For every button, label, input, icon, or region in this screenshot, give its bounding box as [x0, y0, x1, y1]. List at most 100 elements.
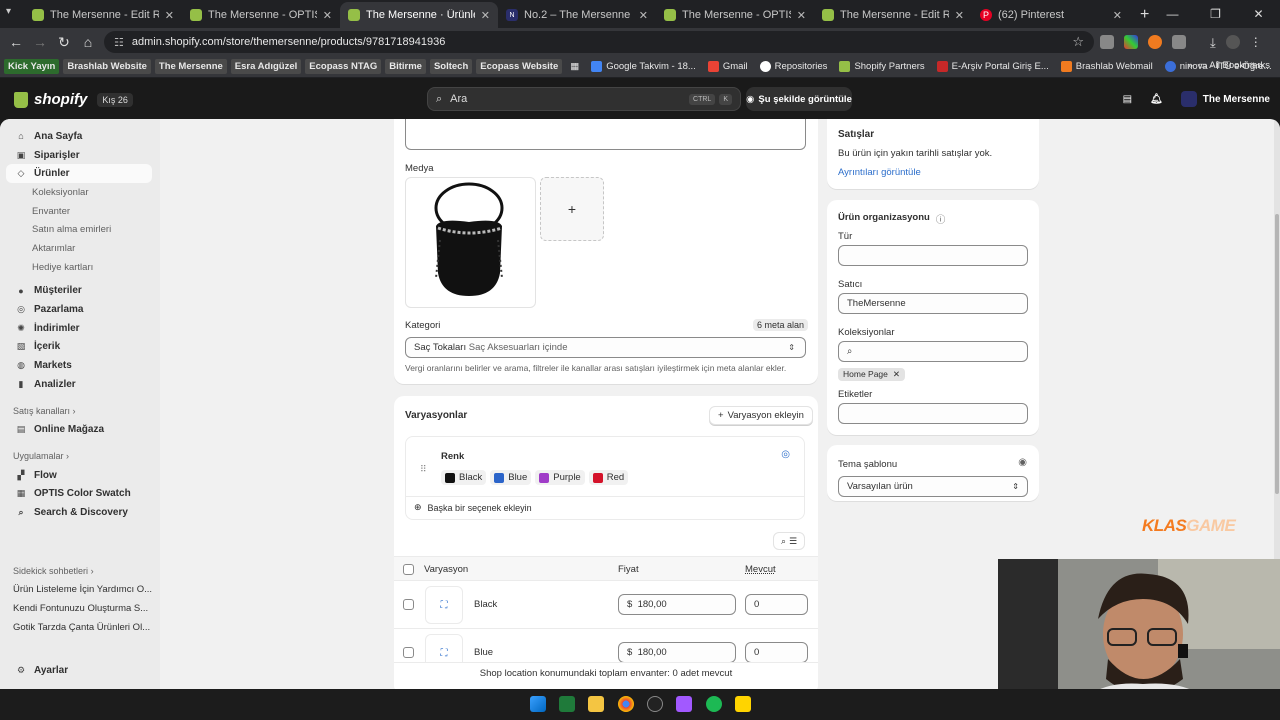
add-variant-button[interactable]: + Varyasyon ekleyin — [709, 406, 813, 425]
row-checkbox[interactable] — [403, 599, 414, 610]
sidebar-item-products[interactable]: ◇ Ürünler — [6, 164, 152, 184]
sidebar-item-orders[interactable]: ▣ Siparişler — [0, 146, 152, 165]
close-icon[interactable]: ✕ — [481, 9, 490, 22]
eye-icon[interactable]: ◉ — [1018, 457, 1027, 468]
available-input[interactable]: 0 — [745, 594, 808, 615]
sales-channels-section[interactable]: Satış kanalları › — [0, 402, 160, 421]
browser-tab[interactable]: The Mersenne - OPTIS Color Sw ✕ — [656, 2, 814, 28]
sidekick-chat[interactable]: Kendi Fontunuzu Oluşturma S... — [0, 599, 160, 618]
file-explorer-icon[interactable] — [588, 696, 604, 712]
close-icon[interactable]: ✕ — [323, 9, 332, 22]
minimize-icon[interactable]: — — [1151, 0, 1194, 28]
bookmark[interactable]: Gmail — [704, 59, 752, 74]
sidebar-item-home[interactable]: ⌂ Ana Sayfa — [0, 127, 152, 146]
close-icon[interactable]: ✕ — [797, 9, 806, 22]
close-icon[interactable]: ✕ — [1113, 9, 1122, 22]
sidebar-item-markets[interactable]: ◍ Markets — [0, 356, 152, 375]
menu-icon[interactable]: ⋮ — [1250, 35, 1262, 49]
sidekick-section[interactable]: Sidekick sohbetleri › — [0, 562, 160, 581]
option-value[interactable]: Black — [441, 470, 487, 485]
vendor-input[interactable]: TheMersenne — [838, 293, 1028, 314]
reload-icon[interactable]: ↻ — [52, 34, 76, 51]
variant-name[interactable]: Black — [474, 599, 497, 610]
browser-tab[interactable]: The Mersenne - OPTIS Color Sw ✕ — [182, 2, 340, 28]
sales-details-link[interactable]: Ayrıntıları görüntüle — [838, 167, 921, 178]
template-select[interactable]: Varsayılan ürün ⇕ — [838, 476, 1028, 497]
option-value[interactable]: Red — [588, 470, 629, 485]
option-value[interactable]: Purple — [535, 470, 585, 485]
puzzle-icon[interactable] — [1172, 35, 1186, 49]
close-icon[interactable]: ✕ — [165, 9, 174, 22]
bookmark[interactable]: Kick Yayın — [4, 59, 60, 74]
sidebar-subitem-inventory[interactable]: Envanter — [0, 202, 160, 221]
profile-avatar[interactable] — [1225, 35, 1240, 49]
bookmark[interactable]: Google Takvim - 18... — [587, 59, 700, 74]
store-menu[interactable]: The Mersenne — [1180, 91, 1270, 107]
remove-tag-icon[interactable]: ✕ — [893, 369, 900, 380]
scrollbar-thumb[interactable] — [1275, 214, 1279, 494]
github-desktop-icon[interactable] — [647, 696, 663, 712]
all-bookmarks[interactable]: » ▭ All Bookmarks — [1188, 60, 1270, 71]
bookmark[interactable]: Brashlab Webmail — [1057, 59, 1157, 74]
apps-section[interactable]: Uygulamalar › — [0, 447, 160, 466]
bookmark[interactable]: Ecopass NTAG — [305, 59, 382, 74]
bookmark[interactable]: Bitirme — [385, 59, 426, 74]
sidebar-subitem-collections[interactable]: Koleksiyonlar — [0, 183, 160, 202]
bell-icon[interactable]: 🔔︎ — [1150, 94, 1163, 105]
chrome-icon[interactable] — [618, 696, 634, 712]
row-checkbox[interactable] — [403, 647, 414, 658]
site-info-icon[interactable]: ☷ — [114, 36, 124, 49]
table-row[interactable]: ⛶ Black $ 180,00 0 — [394, 581, 818, 629]
close-icon[interactable]: ✕ — [639, 9, 648, 22]
add-media-button[interactable]: + — [540, 177, 604, 241]
bookmark[interactable]: Esra Adıgüzel — [230, 59, 302, 74]
sidebar-item-marketing[interactable]: ◎ Pazarlama — [0, 300, 152, 319]
sidebar-subitem-transfers[interactable]: Aktarımlar — [0, 239, 160, 258]
forward-icon[interactable]: → — [28, 34, 52, 50]
restore-icon[interactable]: ❐ — [1194, 0, 1237, 28]
browser-tab[interactable]: N No.2 – The Mersenne ✕ — [498, 2, 656, 28]
shopify-logo[interactable]: shopify Kış 26 — [14, 91, 133, 108]
option-name[interactable]: Renk — [441, 451, 464, 462]
spotify-icon[interactable] — [706, 696, 722, 712]
product-media-thumbnail[interactable] — [405, 177, 536, 308]
browser-tab[interactable]: P (62) Pinterest ✕ — [972, 2, 1130, 28]
image-placeholder-icon[interactable]: ⛶ — [425, 586, 463, 624]
select-all-checkbox[interactable] — [403, 564, 414, 575]
sidebar-item-analytics[interactable]: ▮ Analizler — [0, 375, 152, 394]
sidebar-app-optis[interactable]: ▦ OPTIS Color Swatch — [0, 484, 152, 503]
option-value[interactable]: Blue — [490, 470, 532, 485]
swatch-app-icon[interactable]: ◎ — [781, 449, 790, 460]
sidekick-chat[interactable]: Gotik Tarzda Çanta Ürünleri Ol... — [0, 618, 160, 637]
collections-search-input[interactable]: ⌕ — [838, 341, 1028, 362]
bookmark[interactable]: Soltech — [429, 59, 473, 74]
back-icon[interactable]: ← — [4, 34, 28, 50]
sidebar-subitem-purchase-orders[interactable]: Satın alma emirleri — [0, 220, 160, 239]
extension-icon[interactable] — [1148, 35, 1162, 49]
tags-input[interactable] — [838, 403, 1028, 424]
sticky-notes-icon[interactable] — [735, 696, 751, 712]
bookmark[interactable]: Ecopass Website — [476, 59, 563, 74]
category-select[interactable]: Saç Tokaları Saç Aksesuarları içinde ⇕ — [405, 337, 806, 358]
price-input[interactable]: $ 180,00 — [618, 642, 736, 663]
browser-tab-active[interactable]: The Mersenne · Ürünler · No.2 ✕ — [340, 2, 498, 28]
sidebar-item-online-store[interactable]: ▤ Online Mağaza — [0, 420, 152, 439]
figma-icon[interactable] — [676, 696, 692, 712]
info-icon[interactable]: ⓘ — [936, 212, 946, 226]
sidebar-subitem-gift-cards[interactable]: Hediye kartları — [0, 258, 160, 277]
sidekick-chat[interactable]: Ürün Listeleme İçin Yardımcı O... — [0, 580, 160, 599]
search-filter-button[interactable]: ⌕ ☰ — [773, 532, 805, 550]
bookmark[interactable]: Repositories — [756, 59, 832, 74]
view-as-button[interactable]: ◉ Şu şekilde görüntüle — [746, 87, 852, 111]
home-icon[interactable]: ⌂ — [76, 34, 100, 50]
type-input[interactable] — [838, 245, 1028, 266]
bookmark[interactable]: E-Arşiv Portal Giriş E... — [933, 59, 1053, 74]
extension-icon[interactable] — [1124, 35, 1138, 49]
close-icon[interactable]: ✕ — [955, 9, 964, 22]
address-bar[interactable]: ☷ admin.shopify.com/store/themersenne/pr… — [104, 31, 1094, 53]
sidebar-item-content[interactable]: ▧ İçerik — [0, 338, 152, 357]
drag-handle-icon[interactable]: ⠿ — [420, 464, 427, 475]
windows-start-icon[interactable] — [530, 696, 546, 712]
extension-icon[interactable] — [1100, 35, 1114, 49]
sidebar-item-discounts[interactable]: ✺ İndirimler — [0, 319, 152, 338]
